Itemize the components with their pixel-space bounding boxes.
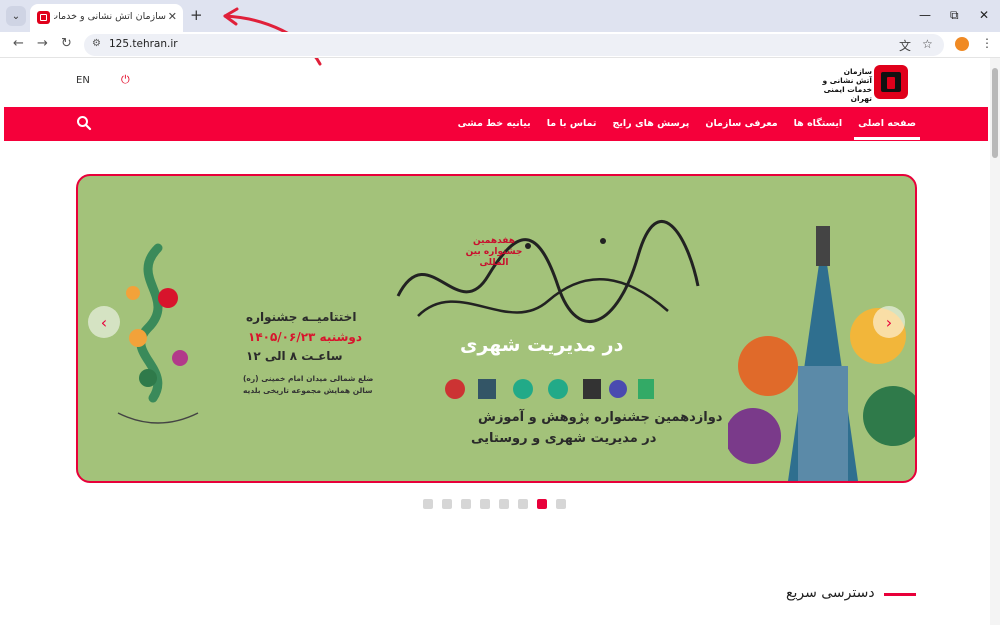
slider-dot[interactable]: [499, 499, 509, 509]
close-icon[interactable]: ✕: [168, 10, 177, 23]
reload-icon[interactable]: ↻: [61, 36, 72, 51]
logo-text: سازمان آتش نشانی و خدمات ایمنی تهران: [800, 67, 872, 103]
browser-tab[interactable]: سازمان آتش نشانی و خدمات ایم ✕: [30, 4, 183, 32]
city-title: در مدیریت شهری: [460, 334, 624, 356]
nav-item-faq[interactable]: پرسش های رایج: [613, 107, 690, 141]
power-icon[interactable]: ⏻: [121, 73, 130, 87]
banner-slide[interactable]: هفدهمین جشنواره بین المللی در مدیریت شهر…: [78, 176, 915, 481]
partner-logos-graphic: [445, 379, 654, 399]
slider-dot[interactable]: [461, 499, 471, 509]
slider-dot[interactable]: [442, 499, 452, 509]
city-tower-graphic: [728, 226, 915, 481]
restore-icon[interactable]: ⧉: [950, 8, 959, 23]
festival-subtitle: در مدیریت شهری و روستایی: [471, 431, 657, 446]
browser-toolbar: ← → ↻ ⚙ 125.tehran.ir 文 ☆: [0, 32, 1000, 58]
nav-menu: صفحه اصلی ایستگاه ها معرفی سازمان پرسش ه…: [458, 107, 920, 141]
event-location: ضلع شمالی میدان امام خمینی (ره): [243, 374, 374, 383]
back-icon[interactable]: ←: [13, 36, 24, 51]
slider-dot[interactable]: [537, 499, 547, 509]
slider-dot[interactable]: [423, 499, 433, 509]
banner-slider[interactable]: هفدهمین جشنواره بین المللی در مدیریت شهر…: [76, 174, 917, 483]
nav-item-contact[interactable]: تماس با ما: [547, 107, 597, 141]
event-location: سالن همایش مجموعه تاریخی بلدیه: [243, 386, 373, 395]
slider-prev-icon[interactable]: ‹: [88, 306, 120, 338]
close-window-icon[interactable]: ✕: [979, 8, 989, 22]
language-switch[interactable]: EN: [76, 75, 90, 86]
nav-item-policy[interactable]: بیانیه خط مشی: [458, 107, 531, 141]
closing-label: اختتامیــه جشنواره: [246, 310, 357, 324]
favicon: [37, 11, 50, 24]
logo-line: آتش نشانی و: [822, 76, 872, 85]
main-navbar: صفحه اصلی ایستگاه ها معرفی سازمان پرسش ه…: [4, 107, 988, 141]
section-title-underline: [884, 593, 916, 596]
tab-title: سازمان آتش نشانی و خدمات ایم: [54, 11, 166, 22]
section-title: دسترسی سریع: [786, 585, 875, 601]
event-date: دوشنبه ۱۴۰۵/۰۶/۲۳: [248, 330, 363, 344]
slider-dot[interactable]: [518, 499, 528, 509]
translate-icon[interactable]: 文: [899, 37, 911, 54]
plus-icon[interactable]: +: [190, 6, 203, 24]
slider-pagination: [423, 499, 566, 509]
tab-list-icon[interactable]: ⌄: [6, 6, 26, 26]
tab-strip: ⌄ سازمان آتش نشانی و خدمات ایم ✕ + — ⧉ ✕: [0, 0, 1000, 66]
festival-emblem-graphic: [117, 243, 199, 424]
scrollbar[interactable]: [990, 58, 1000, 625]
url-text: 125.tehran.ir: [109, 38, 178, 50]
nav-item-about[interactable]: معرفی سازمان: [705, 107, 777, 141]
star-icon[interactable]: ☆: [922, 37, 933, 51]
logo-line: خدمات ایمنی تهران: [823, 85, 872, 103]
slider-dot[interactable]: [556, 499, 566, 509]
slider-next-icon[interactable]: ›: [873, 306, 905, 338]
nav-item-stations[interactable]: ایستگاه ها: [794, 107, 843, 141]
extension-icon[interactable]: [955, 37, 969, 51]
event-time: ساعـت ۸ الی ۱۲: [246, 349, 343, 363]
search-icon[interactable]: [76, 115, 92, 131]
festival-label: هفدهمین جشنواره بین المللی: [465, 236, 523, 268]
nav-item-home[interactable]: صفحه اصلی: [854, 107, 920, 141]
festival-title-graphic: [396, 219, 700, 323]
address-bar[interactable]: ⚙ 125.tehran.ir 文 ☆: [84, 34, 944, 56]
logo-line: سازمان: [843, 67, 872, 76]
scrollbar-thumb[interactable]: [992, 68, 998, 158]
menu-icon[interactable]: ⋮: [981, 36, 993, 50]
slider-dot[interactable]: [480, 499, 490, 509]
logo-icon[interactable]: [874, 65, 908, 99]
minimize-icon[interactable]: —: [919, 8, 931, 22]
festival-subtitle: دوازدهمین جشنواره پژوهش و آموزش: [478, 410, 723, 425]
site-info-icon[interactable]: ⚙: [92, 38, 101, 49]
forward-icon[interactable]: →: [37, 36, 48, 51]
